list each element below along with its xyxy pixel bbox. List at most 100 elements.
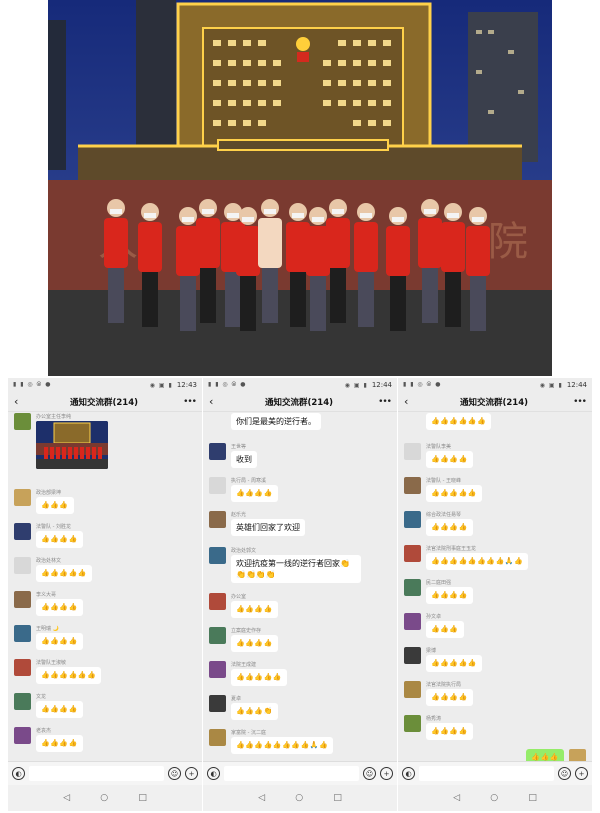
avatar[interactable] — [404, 511, 421, 528]
avatar[interactable] — [404, 613, 421, 630]
avatar[interactable] — [404, 681, 421, 698]
avatar[interactable] — [14, 693, 31, 710]
text-message[interactable]: 英雄们回家了欢迎 — [231, 519, 305, 536]
avatar[interactable] — [209, 511, 226, 528]
avatar[interactable] — [404, 647, 421, 664]
text-message[interactable]: 收到 — [231, 451, 257, 468]
emoji-message[interactable]: 👍👍👍 — [526, 749, 564, 761]
status-time: 12:44 — [566, 381, 587, 389]
nav-back-icon[interactable]: ◁ — [453, 793, 460, 803]
avatar[interactable] — [209, 593, 226, 610]
emoji-message[interactable]: 👍👍👍👍 — [426, 689, 473, 706]
message-input[interactable] — [419, 766, 554, 781]
sender-name: 文龙 — [36, 694, 47, 700]
avatar[interactable] — [209, 443, 226, 460]
group-photo: 人 院 — [48, 0, 552, 376]
nav-home-icon[interactable]: ○ — [295, 793, 303, 803]
avatar[interactable] — [404, 715, 421, 732]
sender-name: 杨秀涛 — [426, 716, 442, 722]
emoji-message[interactable]: 👍👍👍👍👍👍👍👍🙏👍 — [426, 553, 529, 570]
voice-icon[interactable]: ◐ — [402, 767, 415, 780]
emoji-message[interactable]: 👍👍👍👍👍 — [231, 669, 288, 686]
nav-recent-icon[interactable]: □ — [138, 793, 147, 803]
emoji-message[interactable]: 👍👍👍👍 — [36, 531, 83, 548]
text-message[interactable]: 欢迎抗疫第一线的逆行者回家👏👏👏👏👏 — [231, 555, 361, 583]
emoji-message[interactable]: 👍👍👍👍 — [426, 519, 473, 536]
more-icon[interactable]: ••• — [182, 397, 197, 407]
emoji-message[interactable]: 👍👍👍👍👍 — [426, 485, 483, 502]
nav-back-icon[interactable]: ◁ — [258, 793, 265, 803]
nav-recent-icon[interactable]: □ — [528, 793, 537, 803]
avatar[interactable] — [209, 547, 226, 564]
emoji-message[interactable]: 👍👍👍👍👍 — [36, 565, 93, 582]
avatar[interactable] — [209, 729, 226, 746]
message-item: 夏卓 👍👍👍👏 — [209, 695, 391, 725]
message-item: 政治部梁坤 👍👍👍 — [14, 489, 196, 519]
emoji-message[interactable]: 👍👍👍👍 — [426, 587, 473, 604]
emoji-message[interactable]: 👍👍👍👍 — [36, 633, 83, 650]
emoji-message[interactable]: 👍👍👍 — [36, 497, 74, 514]
avatar[interactable] — [209, 477, 226, 494]
avatar[interactable] — [404, 477, 421, 494]
avatar[interactable] — [209, 661, 226, 678]
nav-home-icon[interactable]: ○ — [490, 793, 498, 803]
emoji-message[interactable]: 👍👍👍👍👍👍👍👍🙏👍 — [231, 737, 334, 754]
message-input[interactable] — [29, 766, 164, 781]
image-message[interactable] — [36, 421, 108, 469]
text-message[interactable]: 你们是最美的逆行者。 — [231, 413, 321, 430]
message-item: 文龙 👍👍👍👍 — [14, 693, 196, 723]
avatar[interactable] — [209, 695, 226, 712]
emoji-icon[interactable]: ☺ — [558, 767, 571, 780]
sender-name: 执行局 - 周寒溪 — [231, 478, 266, 484]
plus-icon[interactable]: + — [380, 767, 393, 780]
emoji-message[interactable]: 👍👍👍👍 — [36, 735, 83, 752]
message-input[interactable] — [224, 766, 359, 781]
emoji-message[interactable]: 👍👍👍👍 — [36, 599, 83, 616]
chat-screen-2: ▮ ▮ ◎ ⦾ ● ◉ ▣ ▮ 12:44 ‹ 通知交流群(214) ••• 你们… — [203, 378, 397, 811]
avatar[interactable] — [14, 523, 31, 540]
chat-title: 通知交流群(214) — [459, 397, 528, 408]
emoji-icon[interactable]: ☺ — [168, 767, 181, 780]
emoji-message[interactable]: 👍👍👍👍👍 — [426, 655, 483, 672]
emoji-icon[interactable]: ☺ — [363, 767, 376, 780]
nav-back-icon[interactable]: ◁ — [63, 793, 70, 803]
avatar[interactable] — [14, 591, 31, 608]
message-item: 办公室 👍👍👍👍 — [209, 593, 391, 623]
avatar[interactable] — [404, 579, 421, 596]
chat-title: 通知交流群(214) — [264, 397, 333, 408]
emoji-message[interactable]: 👍👍👍👏 — [231, 703, 278, 720]
nav-recent-icon[interactable]: □ — [333, 793, 342, 803]
avatar[interactable] — [404, 545, 421, 562]
avatar[interactable] — [209, 627, 226, 644]
avatar[interactable] — [14, 557, 31, 574]
sender-name: 办公室主任李纯 — [36, 414, 72, 420]
back-arrow-icon[interactable]: ‹ — [404, 395, 416, 408]
group-photo-illustration: 人 院 — [48, 0, 552, 376]
plus-icon[interactable]: + — [575, 767, 588, 780]
back-arrow-icon[interactable]: ‹ — [209, 395, 221, 408]
voice-icon[interactable]: ◐ — [207, 767, 220, 780]
avatar[interactable] — [404, 443, 421, 460]
emoji-message[interactable]: 👍👍👍👍 — [36, 701, 83, 718]
avatar[interactable] — [14, 413, 31, 430]
emoji-message[interactable]: 👍👍👍👍👍👍 — [426, 413, 492, 430]
emoji-message[interactable]: 👍👍👍👍 — [231, 601, 278, 618]
emoji-message[interactable]: 👍👍👍 — [426, 621, 464, 638]
back-arrow-icon[interactable]: ‹ — [14, 395, 26, 408]
emoji-message[interactable]: 👍👍👍👍 — [231, 635, 278, 652]
emoji-message[interactable]: 👍👍👍👍 — [231, 485, 278, 502]
nav-home-icon[interactable]: ○ — [100, 793, 108, 803]
voice-icon[interactable]: ◐ — [12, 767, 25, 780]
more-icon[interactable]: ••• — [572, 397, 587, 407]
avatar[interactable] — [14, 625, 31, 642]
emoji-message[interactable]: 👍👍👍👍 — [426, 723, 473, 740]
avatar[interactable] — [14, 659, 31, 676]
more-icon[interactable]: ••• — [377, 397, 392, 407]
emoji-message[interactable]: 👍👍👍👍👍👍 — [36, 667, 102, 684]
avatar[interactable] — [14, 727, 31, 744]
chat-screen-3: ▮ ▮ ◎ ⦾ ● ◉ ▣ ▮ 12:44 ‹ 通知交流群(214) ••• 👍👍… — [398, 378, 592, 811]
emoji-message[interactable]: 👍👍👍👍 — [426, 451, 473, 468]
plus-icon[interactable]: + — [185, 767, 198, 780]
avatar[interactable] — [14, 489, 31, 506]
avatar[interactable] — [569, 749, 586, 761]
